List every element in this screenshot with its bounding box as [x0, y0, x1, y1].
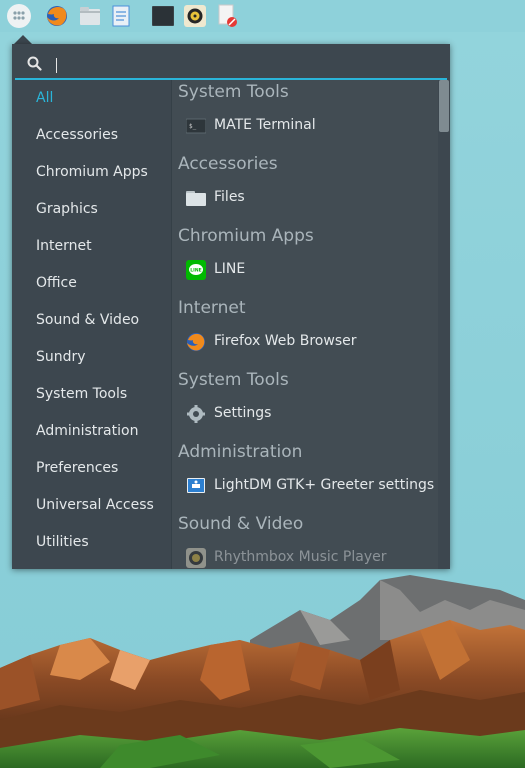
firefox-icon: [47, 6, 67, 26]
app-label: Files: [214, 189, 245, 205]
scrollbar-thumb[interactable]: [439, 80, 449, 132]
app-rhythmbox[interactable]: Rhythmbox Music Player: [172, 544, 438, 569]
category-utilities[interactable]: Utilities: [36, 531, 89, 553]
app-menu-icon: [7, 4, 31, 28]
app-settings[interactable]: Settings: [172, 400, 438, 428]
search-input[interactable]: [53, 52, 437, 76]
text-editor-icon: [112, 5, 130, 27]
rhythmbox-icon: [184, 5, 206, 27]
rhythmbox-launcher[interactable]: [182, 3, 208, 29]
svg-text:$_: $_: [189, 123, 197, 130]
app-files[interactable]: Files: [172, 184, 438, 212]
lightdm-icon: [187, 478, 205, 493]
category-internet[interactable]: Internet: [36, 235, 92, 257]
category-accessories[interactable]: Accessories: [36, 124, 118, 146]
text-caret: [56, 58, 57, 73]
app-list-scrollbar[interactable]: [438, 80, 450, 569]
section-header: System Tools: [178, 82, 289, 102]
section-header: Sound & Video: [178, 514, 304, 534]
app-label: Rhythmbox Music Player: [214, 549, 387, 565]
menu-pointer: [14, 35, 32, 44]
screenshot-launcher[interactable]: [214, 3, 240, 29]
app-label: MATE Terminal: [214, 117, 316, 133]
rhythmbox-icon: [186, 548, 206, 568]
category-chromium-apps[interactable]: Chromium Apps: [36, 161, 148, 183]
application-list: System Tools $_ MATE Terminal Accessorie…: [172, 80, 438, 569]
folder-icon: [186, 191, 206, 206]
files-icon: [80, 7, 100, 25]
section-header: Chromium Apps: [178, 226, 314, 246]
terminal-icon: $_: [186, 118, 206, 134]
app-firefox[interactable]: Firefox Web Browser: [172, 328, 438, 356]
section-header: System Tools: [178, 370, 289, 390]
category-preferences[interactable]: Preferences: [36, 457, 118, 479]
app-label: LINE: [214, 261, 246, 277]
app-label: Firefox Web Browser: [214, 333, 357, 349]
app-label: LightDM GTK+ Greeter settings: [214, 477, 435, 493]
firefox-icon: [187, 333, 205, 351]
category-all[interactable]: All: [36, 87, 53, 109]
category-graphics[interactable]: Graphics: [36, 198, 98, 220]
category-system-tools[interactable]: System Tools: [36, 383, 127, 405]
firefox-launcher[interactable]: [44, 3, 70, 29]
files-launcher[interactable]: [77, 3, 103, 29]
category-list: All Accessories Chromium Apps Graphics I…: [12, 80, 172, 569]
section-header: Administration: [178, 442, 303, 462]
app-mate-terminal[interactable]: $_ MATE Terminal: [172, 112, 438, 140]
category-sundry[interactable]: Sundry: [36, 346, 86, 368]
top-panel: [0, 0, 525, 32]
gear-icon: [187, 405, 205, 423]
terminal-icon: [152, 6, 174, 26]
svg-text:LINE: LINE: [190, 268, 201, 274]
app-line[interactable]: LINE LINE: [172, 256, 438, 284]
category-universal-access[interactable]: Universal Access: [36, 494, 154, 516]
category-office[interactable]: Office: [36, 272, 77, 294]
app-lightdm-settings[interactable]: LightDM GTK+ Greeter settings: [172, 472, 438, 500]
category-sound-video[interactable]: Sound & Video: [36, 309, 139, 331]
search-bar[interactable]: [15, 48, 447, 80]
category-administration[interactable]: Administration: [36, 420, 138, 442]
section-header: Accessories: [178, 154, 278, 174]
section-header: Internet: [178, 298, 246, 318]
terminal-launcher[interactable]: [150, 3, 176, 29]
application-menu: All Accessories Chromium Apps Graphics I…: [12, 44, 450, 569]
app-menu-button[interactable]: [6, 3, 32, 29]
text-editor-launcher[interactable]: [108, 3, 134, 29]
app-label: Settings: [214, 405, 272, 421]
line-icon: LINE: [186, 260, 206, 280]
search-icon: [27, 56, 42, 71]
screenshot-icon: [218, 4, 237, 27]
